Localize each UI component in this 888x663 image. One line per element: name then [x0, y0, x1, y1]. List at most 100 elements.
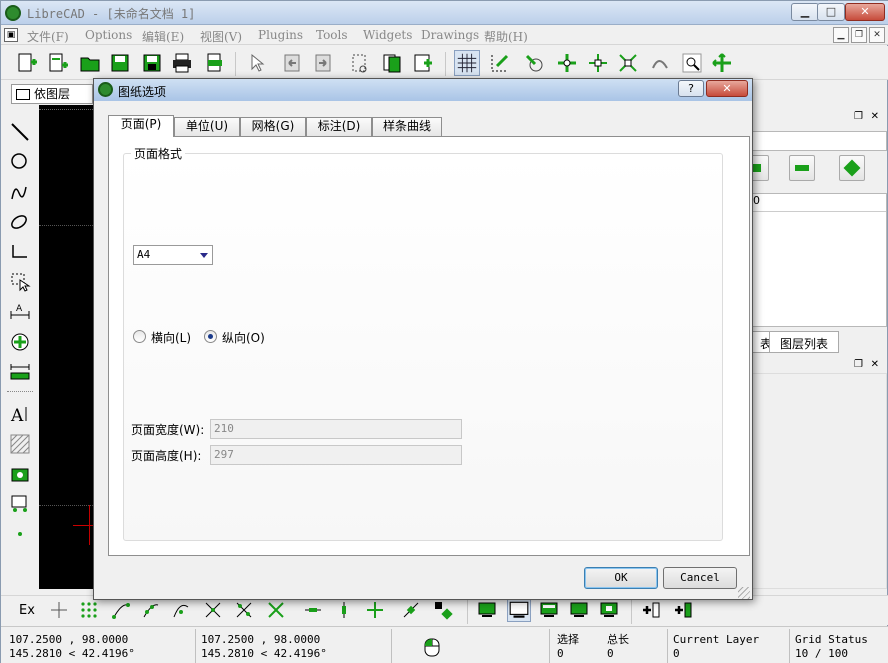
mdi-close-button[interactable]: ✕ — [869, 27, 885, 43]
copy-icon[interactable] — [381, 52, 403, 74]
menu-widgets[interactable]: Widgets — [363, 28, 412, 42]
tab-grid[interactable]: 网格(G) — [240, 117, 306, 136]
size-grip-icon[interactable] — [738, 587, 750, 599]
menu-plugins[interactable]: Plugins — [258, 28, 303, 42]
redraw-icon[interactable] — [523, 52, 545, 74]
modify-tool-icon[interactable] — [9, 331, 31, 353]
view-monitor-2-icon[interactable] — [507, 598, 531, 622]
zoom-window-icon[interactable] — [681, 52, 703, 74]
layer-color-swatch — [16, 89, 30, 100]
snap-endpoint-icon[interactable] — [111, 600, 131, 620]
new-from-template-icon[interactable] — [46, 52, 68, 74]
zoom-auto-icon[interactable] — [617, 52, 639, 74]
zoom-in-icon[interactable] — [556, 52, 578, 74]
dialog-close-button[interactable]: ✕ — [706, 80, 748, 97]
snap-distance-icon[interactable] — [234, 600, 254, 620]
tab-page[interactable]: 页面(P) — [108, 115, 174, 137]
close-button[interactable]: ✕ — [845, 3, 885, 21]
menu-help[interactable]: 帮助(H) — [484, 28, 528, 45]
menu-file[interactable]: 文件(F) — [27, 28, 69, 45]
text-tool-icon[interactable]: A — [9, 403, 31, 425]
librecad-logo-icon — [98, 82, 113, 97]
drawing-canvas[interactable] — [39, 105, 95, 589]
tab-units[interactable]: 单位(U) — [174, 117, 240, 136]
menu-view[interactable]: 视图(V) — [200, 28, 242, 45]
maximize-button[interactable]: □ — [817, 3, 845, 21]
snap-center-icon[interactable] — [171, 600, 191, 620]
ok-button[interactable]: OK — [584, 567, 658, 589]
snap-grid-icon[interactable] — [79, 600, 99, 620]
layer-combo[interactable]: 依图层 ▼ — [11, 84, 106, 104]
hatch-tool-icon[interactable] — [9, 433, 31, 455]
menu-edit[interactable]: 编辑(E) — [142, 28, 184, 45]
point-tool-icon[interactable] — [9, 523, 31, 545]
cut-icon[interactable] — [349, 52, 371, 74]
landscape-radio[interactable] — [133, 330, 146, 343]
snap-middle-icon[interactable] — [203, 600, 223, 620]
tab-dimension[interactable]: 标注(D) — [306, 117, 372, 136]
block-tool-icon[interactable] — [9, 493, 31, 515]
view-monitor-5-icon[interactable] — [599, 600, 619, 620]
polyline-tool-icon[interactable] — [9, 241, 31, 263]
menu-tools[interactable]: Tools — [316, 28, 348, 42]
lock-relative-zero-icon[interactable] — [433, 600, 453, 620]
save-icon[interactable] — [109, 52, 131, 74]
mdi-minimize-button[interactable]: ▁ — [833, 27, 849, 43]
add-block-icon[interactable] — [641, 600, 661, 620]
restrict-orthogonal-icon[interactable] — [365, 600, 385, 620]
tab-splines[interactable]: 样条曲线 — [372, 117, 442, 136]
remove-layer-button[interactable] — [789, 155, 815, 181]
dock2-float-icon[interactable]: ❐ — [854, 359, 863, 370]
print-preview-icon[interactable] — [203, 52, 225, 74]
dialog-help-button[interactable]: ? — [678, 80, 704, 97]
paste-icon[interactable] — [412, 52, 434, 74]
grid-toggle-icon[interactable] — [454, 50, 480, 76]
cancel-button[interactable]: Cancel — [663, 567, 737, 589]
select-pointer-icon[interactable] — [245, 52, 267, 74]
redo-icon[interactable] — [312, 52, 334, 74]
page-width-field[interactable]: 210 — [210, 419, 462, 439]
add-layer-block-icon[interactable] — [673, 600, 693, 620]
document-icon[interactable]: ▣ — [4, 28, 18, 42]
relative-zero-icon[interactable] — [401, 600, 421, 620]
restrict-horizontal-icon[interactable] — [303, 600, 323, 620]
new-file-icon[interactable] — [15, 52, 37, 74]
snap-on-entity-icon[interactable] — [141, 600, 161, 620]
tab-layer-list[interactable]: 图层列表 — [769, 331, 840, 353]
select-tool-icon[interactable] — [9, 271, 31, 293]
page-height-field[interactable]: 297 — [210, 445, 462, 465]
print-icon[interactable] — [171, 52, 193, 74]
circle-tool-icon[interactable] — [9, 151, 31, 173]
zoom-out-icon[interactable] — [587, 52, 609, 74]
view-monitor-4-icon[interactable] — [569, 600, 589, 620]
view-monitor-1-icon[interactable] — [477, 600, 497, 620]
view-monitor-3-icon[interactable] — [539, 600, 559, 620]
measure-tool-icon[interactable] — [9, 361, 31, 383]
exclusive-snap-button[interactable]: Ex — [19, 603, 35, 618]
dimension-text-icon[interactable]: A — [9, 301, 31, 323]
minimize-button[interactable]: ▁ — [791, 3, 819, 21]
zoom-pan-icon[interactable] — [711, 52, 733, 74]
image-tool-icon[interactable] — [9, 463, 31, 485]
paper-size-combo[interactable]: A4 — [133, 245, 213, 265]
open-file-icon[interactable] — [79, 52, 101, 74]
menu-drawings[interactable]: Drawings — [421, 28, 479, 42]
snap-free-icon[interactable] — [49, 600, 69, 620]
edit-layer-button[interactable] — [839, 155, 865, 181]
svg-text:A: A — [16, 304, 23, 314]
restrict-vertical-icon[interactable] — [334, 600, 354, 620]
draft-mode-icon[interactable] — [489, 52, 511, 74]
zoom-previous-icon[interactable] — [649, 52, 671, 74]
snap-intersection-icon[interactable] — [266, 600, 286, 620]
curve-tool-icon[interactable] — [9, 181, 31, 203]
dock2-close-icon[interactable]: ✕ — [871, 359, 879, 370]
dock-close-icon[interactable]: ✕ — [871, 111, 879, 122]
mdi-restore-button[interactable]: ❐ — [851, 27, 867, 43]
save-as-icon[interactable] — [141, 52, 163, 74]
line-tool-icon[interactable] — [9, 121, 31, 143]
portrait-radio[interactable] — [204, 330, 217, 343]
undo-icon[interactable] — [281, 52, 303, 74]
dock-float-icon[interactable]: ❐ — [854, 111, 863, 122]
ellipse-tool-icon[interactable] — [9, 211, 31, 233]
menu-options[interactable]: Options — [85, 28, 132, 42]
